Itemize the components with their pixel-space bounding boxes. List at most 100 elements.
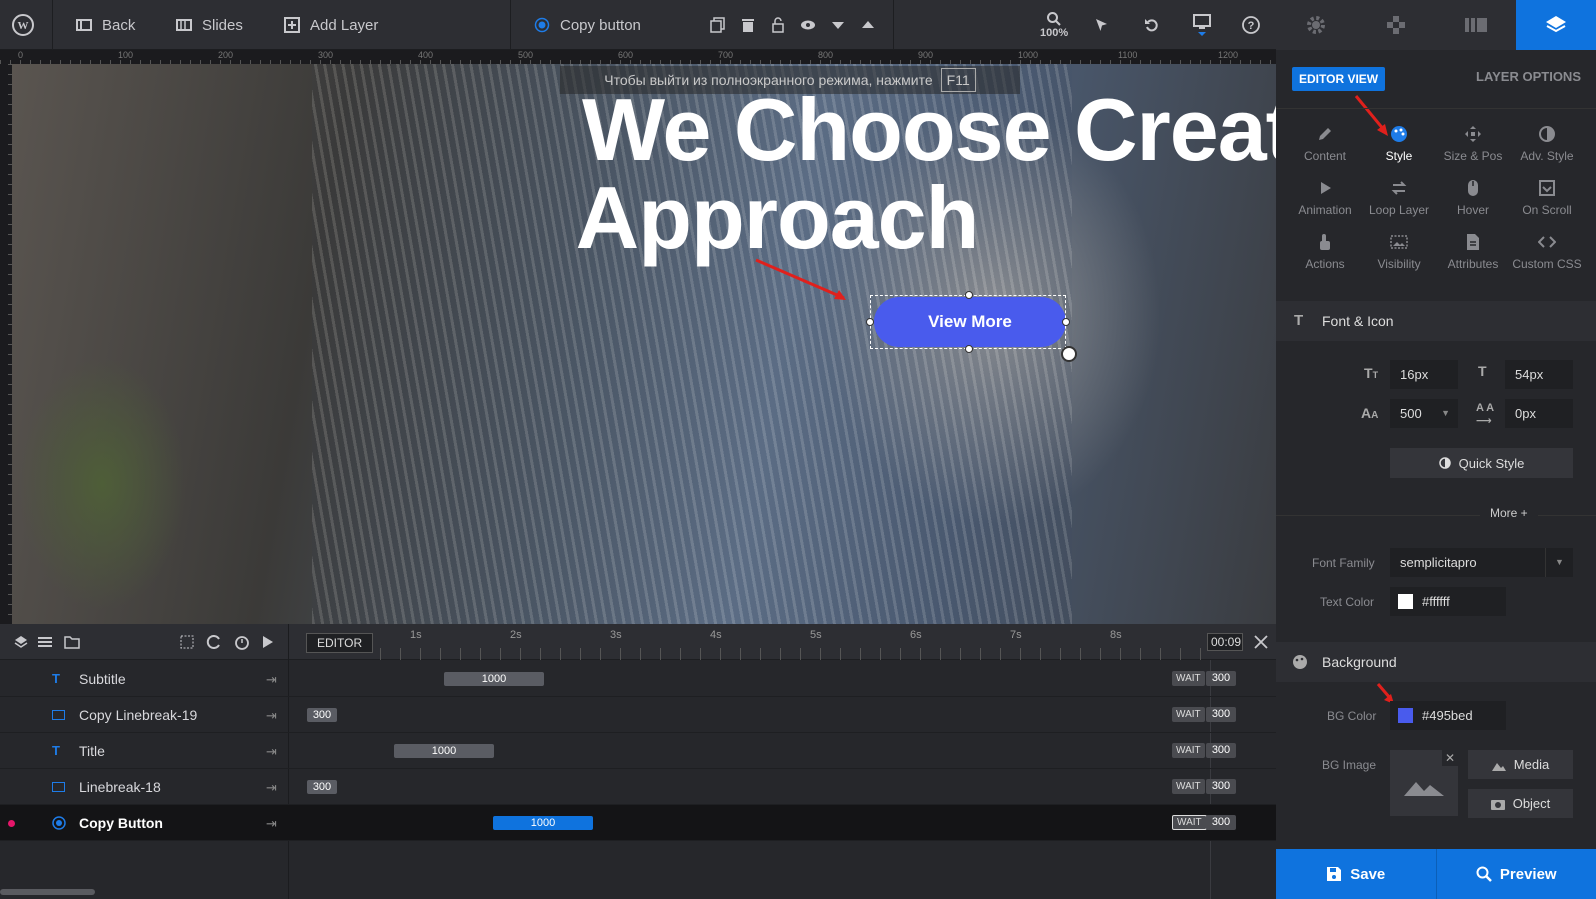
bg-color-swatch[interactable] — [1398, 708, 1413, 723]
move-down-icon[interactable] — [830, 17, 846, 33]
option-visibility[interactable]: Visibility — [1362, 233, 1436, 271]
remove-image-icon[interactable]: ✕ — [1442, 750, 1458, 766]
resize-handle[interactable] — [866, 318, 874, 326]
resize-handle[interactable] — [965, 345, 973, 353]
timeline-row[interactable]: T Subtitle ⇥ 1000 WAIT 300 — [0, 661, 1276, 697]
text-color-swatch[interactable] — [1398, 594, 1413, 609]
option-custom-css[interactable]: Custom CSS — [1510, 233, 1584, 271]
wait-value[interactable]: 300 — [1206, 743, 1236, 758]
goto-icon[interactable]: ⇥ — [266, 672, 277, 688]
quick-style-button[interactable]: Quick Style — [1390, 448, 1573, 478]
folder-icon[interactable] — [64, 635, 80, 649]
option-on-scroll[interactable]: On Scroll — [1510, 179, 1584, 217]
undo-icon[interactable] — [1144, 0, 1160, 50]
loop-icon[interactable] — [206, 635, 222, 649]
option-label: Adv. Style — [1520, 149, 1574, 163]
font-size-input[interactable]: 16px — [1390, 360, 1458, 389]
goto-icon[interactable]: ⇥ — [266, 708, 277, 724]
more-toggle[interactable]: More + — [1480, 506, 1538, 520]
preview-button[interactable]: Preview — [1437, 849, 1596, 899]
add-layer-button[interactable]: Add Layer — [284, 0, 378, 50]
resize-handle[interactable] — [965, 291, 973, 299]
back-button[interactable]: Back — [76, 0, 135, 50]
font-icon-section-header[interactable]: T Font & Icon — [1276, 301, 1596, 341]
horizontal-scrollbar[interactable] — [0, 889, 95, 895]
visibility-eye-icon[interactable] — [800, 17, 816, 33]
option-hover[interactable]: Hover — [1436, 179, 1510, 217]
option-attributes[interactable]: Attributes — [1436, 233, 1510, 271]
camera-icon — [1490, 799, 1505, 810]
option-style[interactable]: Style — [1362, 125, 1436, 163]
delete-icon[interactable] — [740, 17, 756, 33]
svg-text:?: ? — [1248, 20, 1255, 32]
settings-tab[interactable] — [1276, 0, 1356, 50]
duplicate-icon[interactable] — [710, 17, 726, 33]
media-button[interactable]: Media — [1468, 750, 1573, 779]
save-button[interactable]: Save — [1276, 849, 1437, 899]
timeline-row[interactable]: T Title ⇥ 1000 WAIT 300 — [0, 733, 1276, 769]
current-layer-indicator[interactable]: Copy button — [534, 0, 641, 50]
object-button[interactable]: Object — [1468, 789, 1573, 818]
timeline-bar[interactable]: 300 — [307, 708, 337, 722]
grid-icon[interactable] — [180, 635, 194, 649]
title-layer[interactable]: We Choose Creative Approach — [576, 86, 1276, 262]
search-icon — [1476, 866, 1492, 882]
wait-value[interactable]: 300 — [1206, 707, 1236, 722]
list-icon — [76, 19, 92, 31]
move-up-icon[interactable] — [860, 17, 876, 33]
desktop-view-icon[interactable] — [1193, 0, 1211, 50]
option-size-pos[interactable]: Size & Pos — [1436, 125, 1510, 163]
goto-icon[interactable]: ⇥ — [266, 744, 277, 760]
layer-name: Subtitle — [79, 671, 126, 687]
background-section-header[interactable]: Background — [1276, 642, 1596, 682]
font-family-select[interactable]: semplicitapro ▼ — [1390, 548, 1573, 577]
timeline-row[interactable]: Copy Linebreak-19 ⇥ 300 WAIT 300 — [0, 697, 1276, 733]
goto-icon[interactable]: ⇥ — [266, 816, 277, 832]
zoom-control[interactable]: 100% — [1040, 0, 1068, 50]
slide-canvas[interactable]: Чтобы выйти из полноэкранного режима, на… — [12, 64, 1276, 624]
letter-spacing-input[interactable]: 0px — [1505, 399, 1573, 428]
line-height-input[interactable]: 54px — [1505, 360, 1573, 389]
rotate-handle-icon[interactable] — [1061, 346, 1077, 362]
resize-handle[interactable] — [1062, 318, 1070, 326]
timeline-bar[interactable]: 1000 — [444, 672, 544, 686]
lock-icon[interactable] — [770, 17, 786, 33]
option-actions[interactable]: Actions — [1288, 233, 1362, 271]
layer-options-title[interactable]: LAYER OPTIONS — [1476, 69, 1581, 84]
layers-tab[interactable] — [1516, 0, 1596, 50]
bg-color-input[interactable]: #495bed — [1390, 701, 1506, 730]
close-icon[interactable] — [1254, 635, 1268, 649]
text-color-input[interactable]: #ffffff — [1390, 587, 1506, 616]
pointer-icon[interactable] — [1094, 0, 1110, 50]
wait-value[interactable]: 300 — [1206, 671, 1236, 686]
addons-tab[interactable] — [1356, 0, 1436, 50]
bg-image-placeholder[interactable]: ✕ — [1390, 750, 1458, 816]
option-content[interactable]: Content — [1288, 125, 1362, 163]
timeline-bar[interactable]: 1000 — [493, 816, 593, 830]
wait-value[interactable]: 300 — [1206, 815, 1236, 830]
option-loop-layer[interactable]: Loop Layer — [1362, 179, 1436, 217]
tick-label: 6s — [910, 629, 922, 641]
goto-icon[interactable]: ⇥ — [266, 780, 277, 796]
layers-icon[interactable] — [14, 635, 28, 649]
slides-tab[interactable] — [1436, 0, 1516, 50]
play-icon[interactable] — [262, 635, 274, 649]
list-icon[interactable] — [38, 635, 52, 649]
wait-value[interactable]: 300 — [1206, 779, 1236, 794]
editor-label[interactable]: EDITOR — [306, 633, 374, 653]
help-icon[interactable]: ? — [1242, 0, 1260, 50]
option-animation[interactable]: Animation — [1288, 179, 1362, 217]
wordpress-icon[interactable]: W — [12, 0, 34, 50]
tick-label: 5s — [810, 629, 822, 641]
timeline-bar[interactable]: 1000 — [394, 744, 494, 758]
time-display[interactable]: 00:09 — [1207, 633, 1243, 651]
slides-button[interactable]: Slides — [176, 0, 243, 50]
option-adv-style[interactable]: Adv. Style — [1510, 125, 1584, 163]
timeline-bar[interactable]: 300 — [307, 780, 337, 794]
timeline-row[interactable]: Linebreak-18 ⇥ 300 WAIT 300 — [0, 769, 1276, 805]
editor-view-badge[interactable]: EDITOR VIEW — [1292, 67, 1386, 91]
stopwatch-icon[interactable] — [234, 634, 250, 650]
loop-icon — [1391, 181, 1407, 195]
font-weight-select[interactable]: 500 ▼ — [1390, 399, 1458, 428]
timeline-row-selected[interactable]: Copy Button ⇥ 1000 WAIT 300 — [0, 805, 1276, 841]
